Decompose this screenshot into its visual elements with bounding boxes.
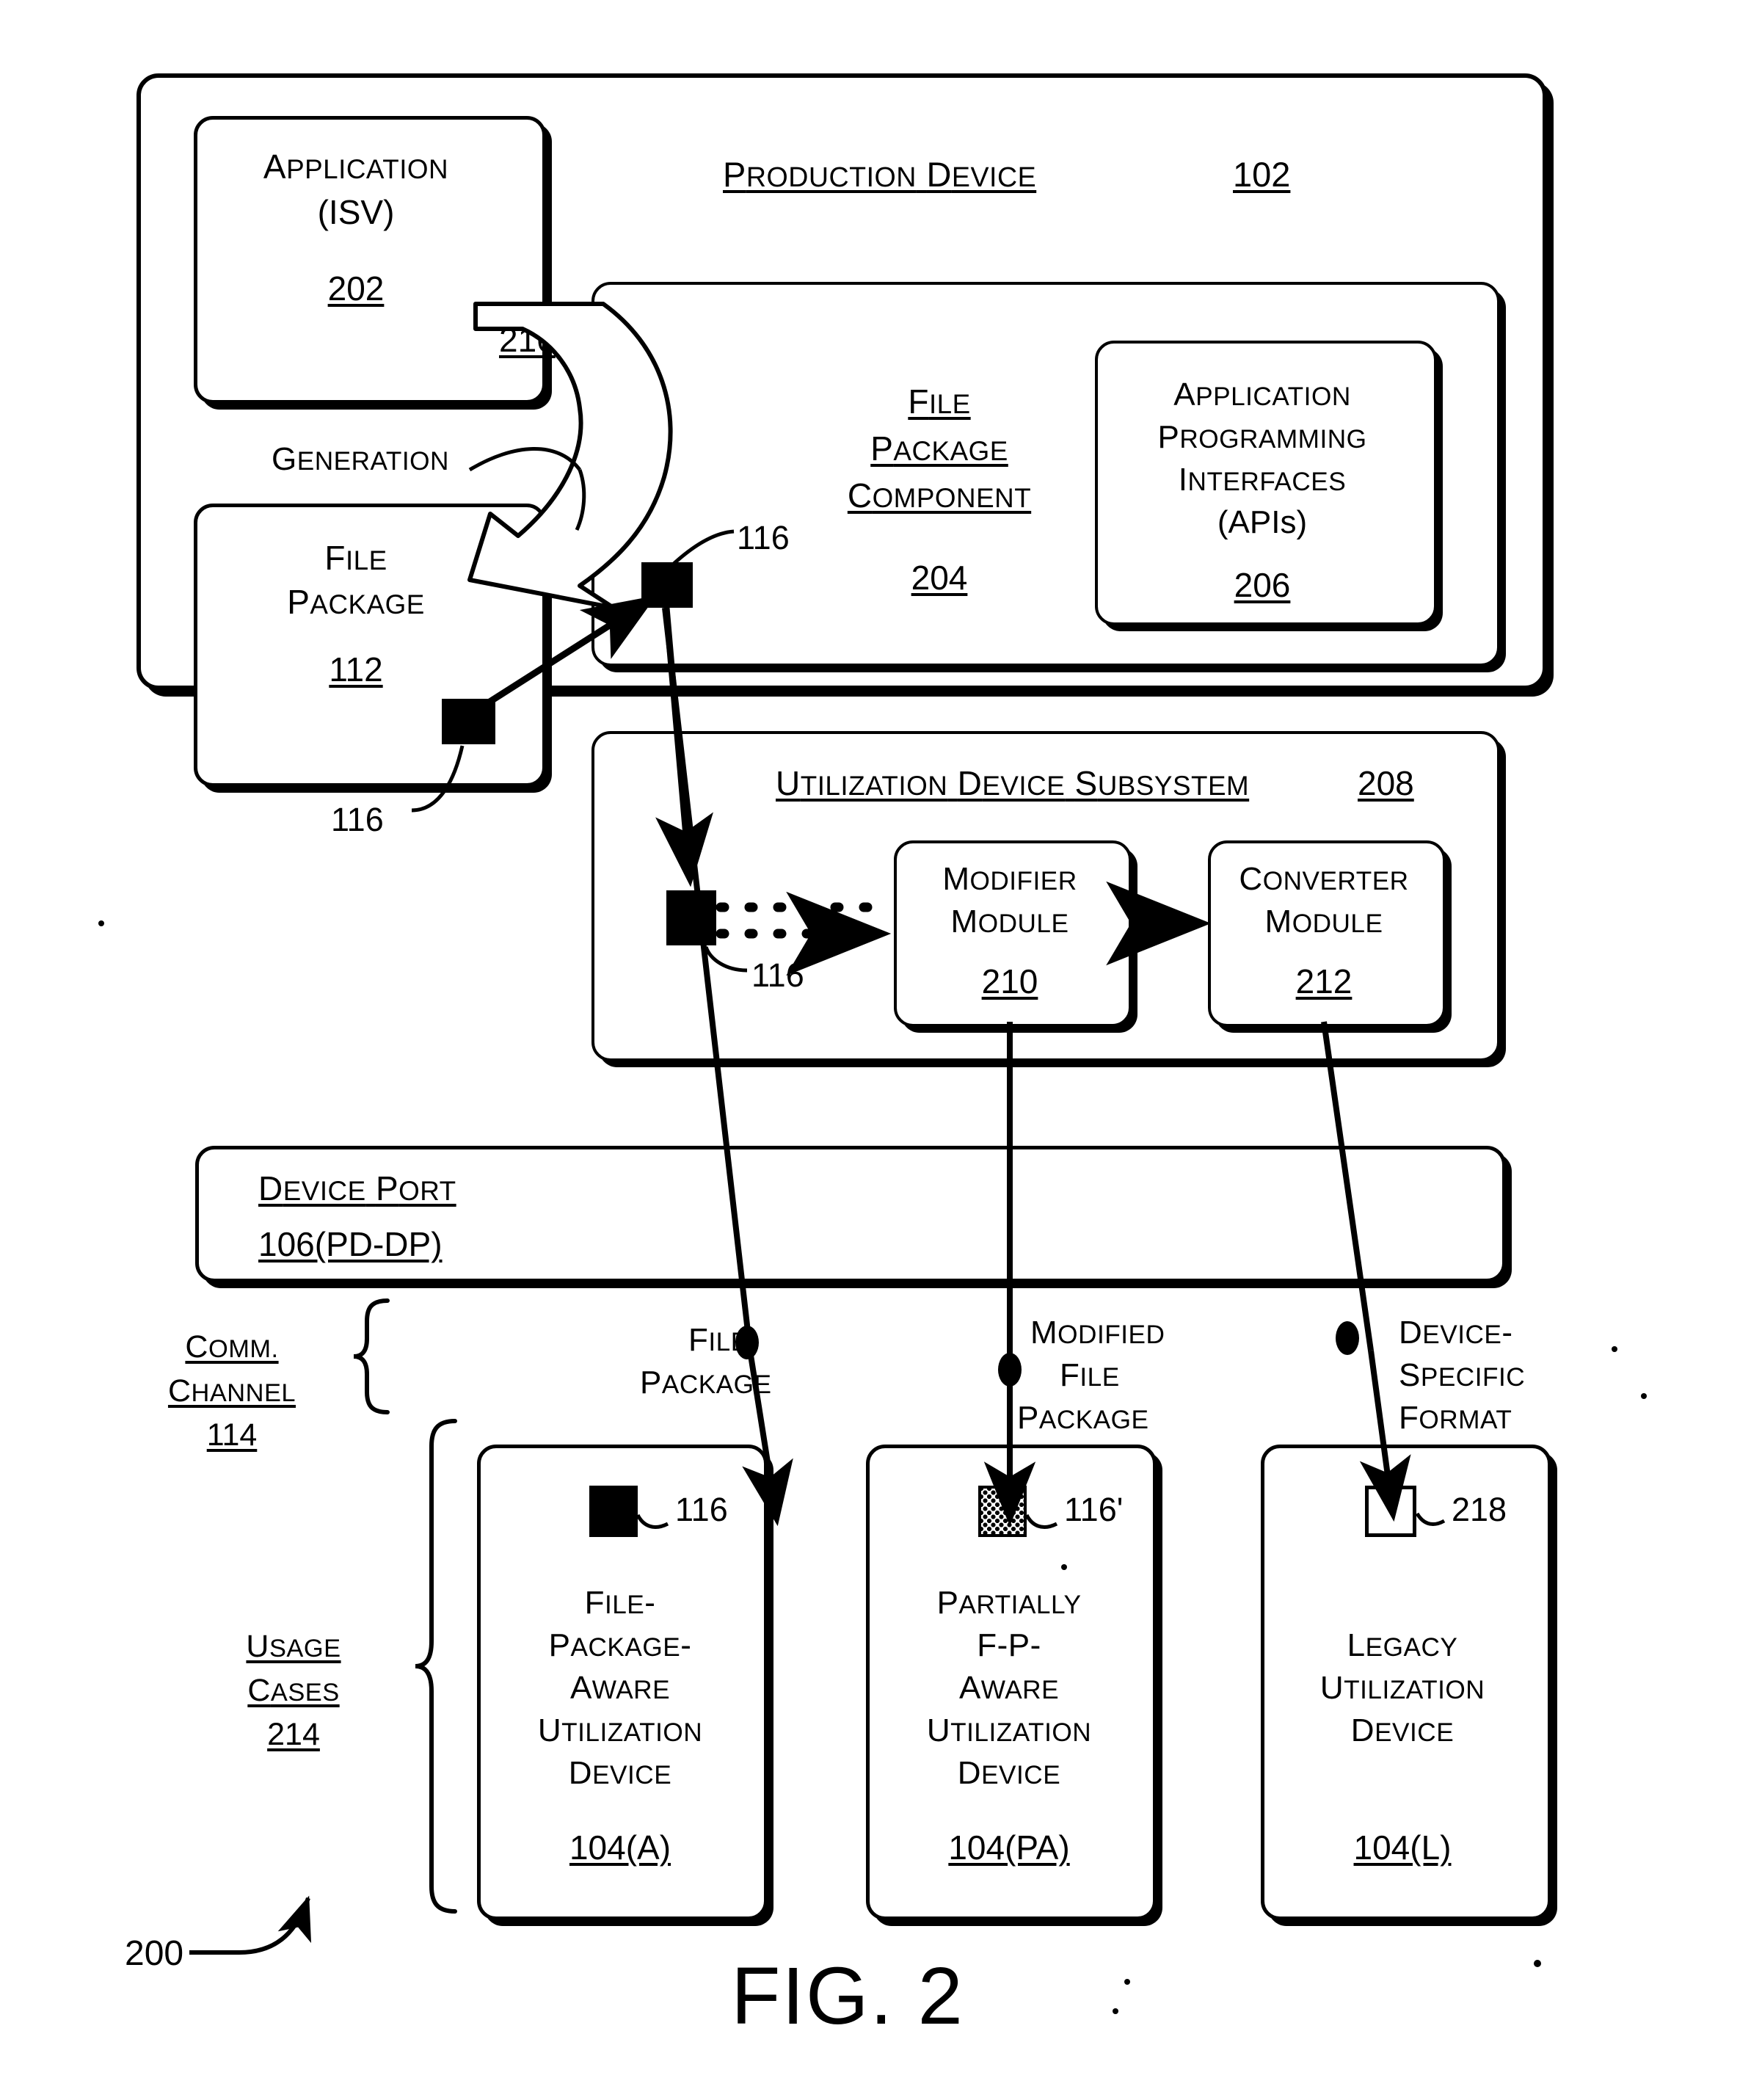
- scan-speck-6: [98, 920, 104, 926]
- flow-line-devicespecific-upper: [1321, 1021, 1374, 1351]
- scan-speck-4: [1124, 1979, 1130, 1985]
- flow-dot-3: [1336, 1321, 1359, 1355]
- leader-116-device-a: [636, 1514, 669, 1529]
- leader-arrow-200: [189, 1895, 312, 1955]
- patent-figure-2: PRODUCTION DEVICE 102 APPLICATION (ISV) …: [0, 0, 1762, 2100]
- flow-dot-2: [998, 1353, 1022, 1387]
- scan-speck-2: [1534, 1960, 1541, 1967]
- scan-speck-3: [1061, 1564, 1067, 1570]
- leader-116-subsystem: [704, 946, 748, 973]
- generation-hook-line: [468, 447, 581, 472]
- arrow-filepackage-to-component: [448, 595, 657, 730]
- leader-116-fpc: [672, 529, 735, 565]
- scan-speck-1: [1612, 1346, 1617, 1352]
- leader-116-file-package: [411, 745, 465, 813]
- leader-116p-device-pa: [1024, 1514, 1058, 1529]
- flow-line-file-package-upper: [662, 607, 753, 1351]
- flow-line-devicespecific-lower: [1359, 1350, 1411, 1522]
- connector-layer: [98, 302, 1647, 2014]
- flow-line-file-package-lower: [742, 1350, 793, 1527]
- scan-speck-5: [1113, 2008, 1118, 2014]
- leader-218-device-l: [1415, 1512, 1446, 1526]
- comm-channel-brace: [353, 1298, 390, 1414]
- flow-dot-1: [735, 1326, 759, 1359]
- scan-speck-7: [1641, 1393, 1647, 1399]
- usage-cases-brace: [415, 1419, 457, 1914]
